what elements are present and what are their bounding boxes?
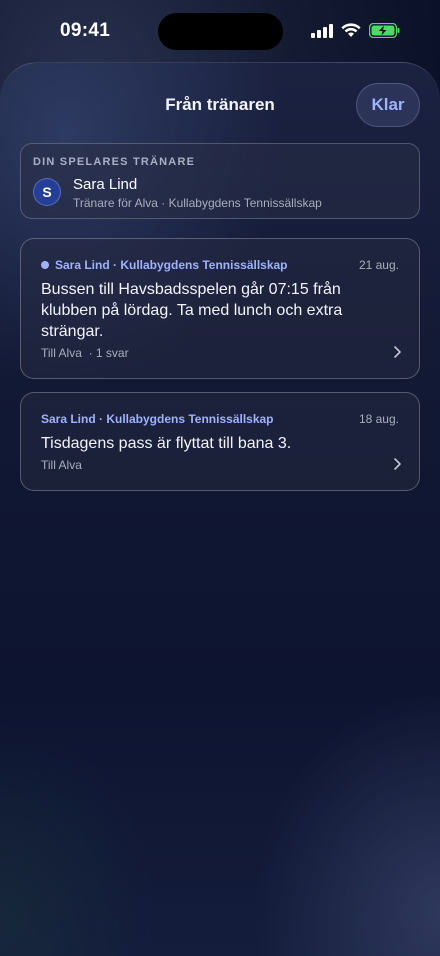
wifi-icon	[341, 23, 361, 37]
signal-icon	[311, 23, 333, 38]
status-bar: 09:41	[0, 0, 440, 62]
message-sender-label: Sara Lind · Kullabygdens Tennissällskap	[41, 412, 274, 426]
message-meta: Till Alva	[41, 458, 82, 472]
chevron-right-icon	[394, 458, 401, 470]
dynamic-island	[158, 13, 283, 50]
done-button[interactable]: Klar	[356, 83, 420, 127]
battery-charging-icon	[369, 23, 400, 38]
avatar: S	[33, 178, 61, 206]
message-meta: Till Alva · 1 svar	[41, 346, 129, 360]
coach-card: DIN SPELARES TRÄNARE S Sara Lind Tränare…	[20, 143, 420, 219]
status-time: 09:41	[60, 20, 111, 41]
status-icons	[311, 23, 400, 38]
sheet-header: Från tränaren Klar	[0, 63, 440, 147]
message-card[interactable]: Sara Lind · Kullabygdens Tennissällskap …	[20, 238, 420, 379]
message-sender: Sara Lind · Kullabygdens Tennissällskap	[41, 258, 288, 272]
message-body: Tisdagens pass är flyttat till bana 3.	[41, 435, 292, 452]
message-body: Bussen till Havsbadsspelen går 07:15 frå…	[41, 281, 343, 340]
message-sender-label: Sara Lind · Kullabygdens Tennissällskap	[55, 258, 288, 272]
chevron-right-icon	[394, 346, 401, 358]
message-sender: Sara Lind · Kullabygdens Tennissällskap	[41, 412, 274, 426]
coach-messages-sheet: Från tränaren Klar DIN SPELARES TRÄNARE …	[0, 62, 440, 956]
screen: 09:41 Från tränaren Klar DIN SPELARES TR…	[0, 0, 440, 956]
coach-section-heading: DIN SPELARES TRÄNARE	[33, 156, 196, 168]
coach-name: Sara Lind	[73, 176, 138, 193]
message-date: 21 aug.	[358, 258, 399, 272]
message-card[interactable]: Sara Lind · Kullabygdens Tennissällskap …	[20, 392, 420, 491]
message-date: 18 aug.	[358, 412, 399, 426]
coach-subtitle: Tränare för Alva · Kullabygdens Tennissä…	[73, 196, 322, 210]
unread-dot-icon	[41, 261, 49, 269]
